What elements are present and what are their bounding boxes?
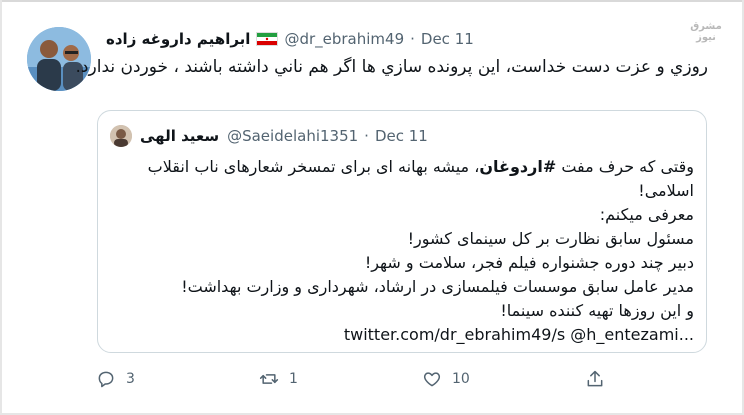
quoted-line-6: مدیر عامل سابق موسسات فیلمسازی در ارشاد،… [181, 277, 694, 296]
author-handle[interactable]: @dr_ebrahim49 [284, 30, 404, 48]
hashtag-link[interactable]: #اردوغان [479, 157, 556, 176]
reply-button[interactable]: 3 [96, 366, 135, 392]
quoted-line-8-link[interactable]: twitter.com/dr_ebrahim49/s @h_entezami..… [106, 323, 694, 347]
tweet-header: ابراهیم داروغه زاده @dr_ebrahim49 · Dec … [100, 29, 474, 49]
retweet-button[interactable]: 1 [259, 366, 298, 392]
share-icon [587, 370, 603, 387]
quoted-line-4: مسئول سابق نظارت بر کل سینمای کشور! [407, 229, 694, 248]
quoted-header-separator: · [364, 127, 369, 145]
heart-icon [423, 372, 441, 387]
quoted-tweet-text: وقتی که حرف مفت #اردوغان، میشه بهانه ای … [106, 155, 694, 347]
quoted-avatar-photo [110, 125, 132, 147]
retweet-icon [259, 374, 279, 384]
tweet-actions-bar: 3 1 10 [96, 366, 616, 392]
quoted-line-1: وقتی که حرف مفت #اردوغان، میشه بهانه ای … [147, 157, 694, 176]
quoted-tweet-header: سعید الهی @Saeidelahi1351 · Dec 11 [140, 126, 428, 146]
quoted-author-handle: @Saeidelahi1351 [227, 127, 359, 145]
like-count: 10 [452, 371, 470, 387]
quoted-tweet-date: Dec 11 [374, 127, 428, 145]
tweet-date[interactable]: Dec 11 [421, 30, 474, 48]
iran-flag-icon [256, 32, 279, 46]
reply-count: 3 [126, 371, 135, 387]
tweet-text: روزي و عزت دست خداست، اين پرونده سازي ها… [75, 57, 708, 77]
window-top-border [0, 0, 744, 2]
quoted-author-avatar [110, 125, 132, 147]
quoted-line-7: و این روزها تهیه کننده سینما! [500, 301, 694, 320]
quoted-line-3: معرفی میکنم: [599, 205, 694, 224]
share-button[interactable] [585, 366, 605, 392]
quoted-tweet-card[interactable]: سعید الهی @Saeidelahi1351 · Dec 11 وقتی … [97, 110, 707, 353]
quoted-author-name: سعید الهی [140, 127, 220, 145]
reply-icon [98, 371, 114, 388]
quoted-line-2: اسلامی! [638, 181, 694, 200]
retweet-count: 1 [289, 371, 298, 387]
window-left-border [0, 0, 2, 415]
header-separator: · [410, 30, 415, 48]
author-name[interactable]: ابراهیم داروغه زاده [106, 30, 250, 48]
mashregh-logo: مشرق نیوز [690, 21, 722, 43]
quoted-line-5: دبیر چند دوره جشنواره فیلم فجر، سلامت و … [364, 253, 694, 272]
like-button[interactable]: 10 [422, 366, 470, 392]
